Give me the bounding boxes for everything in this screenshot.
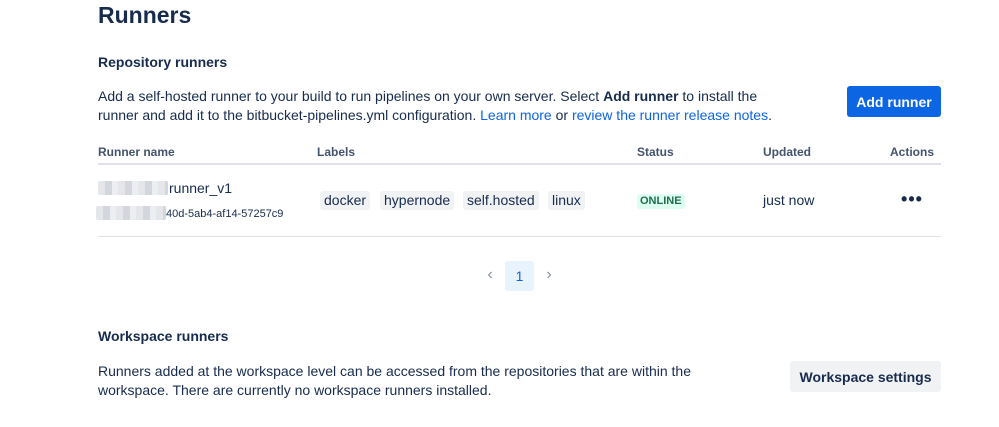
column-header-status: Status xyxy=(637,145,674,159)
repository-runners-heading: Repository runners xyxy=(98,54,228,70)
label-linux: linux xyxy=(548,191,585,210)
column-header-updated: Updated xyxy=(763,145,811,159)
table-row-divider xyxy=(98,236,941,237)
page-title: Runners xyxy=(98,2,192,28)
workspace-settings-button[interactable]: Workspace settings xyxy=(790,361,941,392)
column-header-actions: Actions xyxy=(890,145,935,159)
runner-id: 40d-5ab4-af14-57257c9 xyxy=(166,208,284,220)
description-bold-text: Add runner xyxy=(603,88,679,104)
workspace-runners-heading: Workspace runners xyxy=(98,328,229,344)
chevron-left-icon[interactable]: ‹ xyxy=(480,264,500,286)
or-text: or xyxy=(551,107,572,123)
updated-time: just now xyxy=(763,192,815,208)
label-self-hosted: self.hosted xyxy=(463,191,539,210)
table-header-divider xyxy=(98,163,941,165)
redacted-runner-id-prefix xyxy=(96,206,166,220)
workspace-runners-description: Runners added at the workspace level can… xyxy=(98,363,691,398)
release-notes-link[interactable]: review the runner release notes xyxy=(572,107,768,123)
runner-name[interactable]: runner_v1 xyxy=(169,180,232,196)
chevron-right-icon[interactable]: › xyxy=(539,264,559,286)
label-docker: docker xyxy=(320,191,371,210)
label-hypernode: hypernode xyxy=(380,191,455,210)
period-text: . xyxy=(768,107,772,123)
learn-more-link[interactable]: Learn more xyxy=(480,107,552,123)
add-runner-button[interactable]: Add runner xyxy=(847,86,941,117)
status-badge: ONLINE xyxy=(637,194,685,209)
description-text-1: Add a self-hosted runner to your build t… xyxy=(98,88,604,104)
more-actions-icon[interactable]: ••• xyxy=(898,190,926,212)
page-button-1[interactable]: 1 xyxy=(505,261,534,291)
repository-runners-description: Add a self-hosted runner to your build t… xyxy=(98,87,788,125)
redacted-runner-name-prefix xyxy=(98,181,168,195)
column-header-labels: Labels xyxy=(317,145,356,159)
column-header-runner-name: Runner name xyxy=(98,145,175,159)
